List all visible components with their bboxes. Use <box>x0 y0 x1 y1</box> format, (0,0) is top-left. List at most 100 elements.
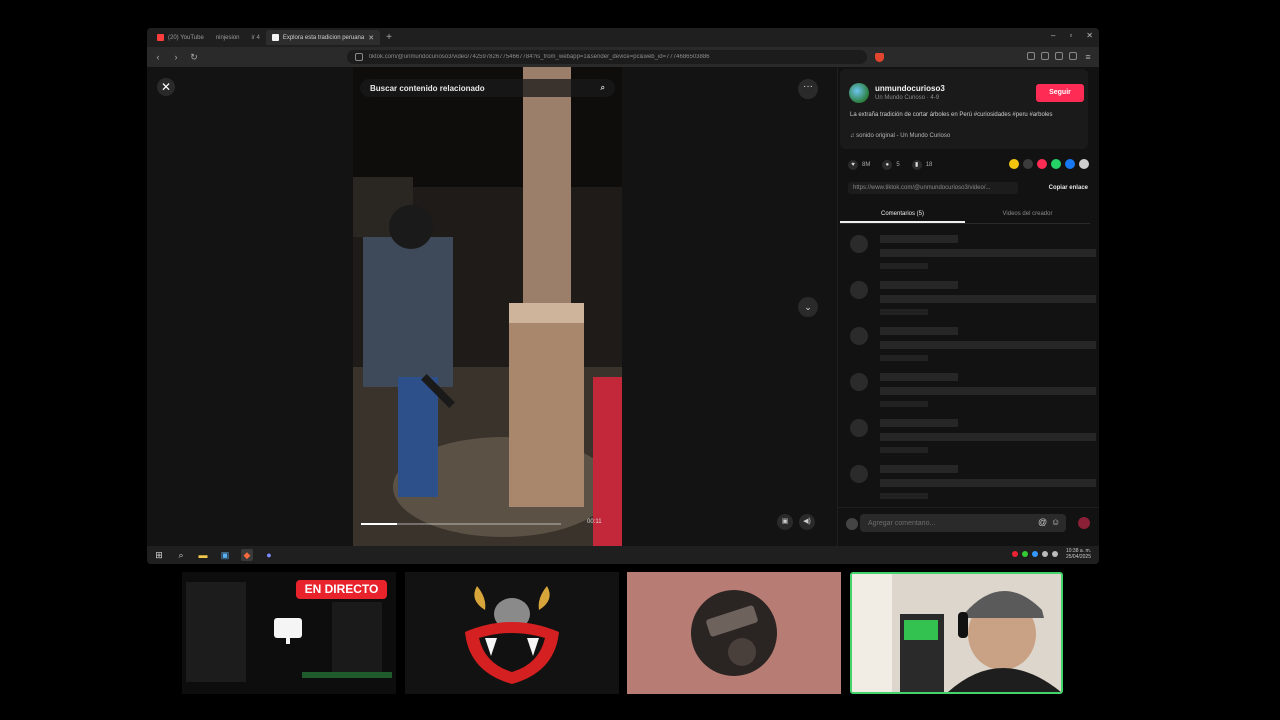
windows-start-icon[interactable]: ⊞ <box>153 549 165 561</box>
minimize-icon[interactable]: – <box>1051 31 1055 40</box>
side-panel: unmundocurioso3 Un Mundo Curioso · 4-9 S… <box>837 67 1099 546</box>
tab-creator-videos[interactable]: Videos del creador <box>965 204 1090 223</box>
skeleton-placeholder <box>880 263 928 269</box>
skeleton-placeholder <box>880 419 958 427</box>
post-comment-button[interactable] <box>1078 517 1090 529</box>
avatar[interactable] <box>849 83 869 103</box>
skeleton-placeholder <box>880 281 958 289</box>
video-progress-bar[interactable] <box>361 523 561 525</box>
store-icon[interactable]: ▣ <box>219 549 231 561</box>
more-share-icon[interactable] <box>1079 159 1089 169</box>
sidebar-icon[interactable] <box>1041 52 1049 60</box>
skeleton-placeholder <box>880 341 1096 349</box>
tray-app-icon[interactable] <box>1031 551 1038 557</box>
author-username[interactable]: unmundocurioso3 <box>875 84 945 93</box>
save-count: 18 <box>925 162 933 168</box>
link-row: https://www.tiktok.com/@unmundocurioso3/… <box>848 181 1088 195</box>
address-bar[interactable]: tiktok.com/@unmundocurioso3/video/742597… <box>347 50 867 64</box>
author-card: unmundocurioso3 Un Mundo Curioso · 4-9 S… <box>840 69 1088 149</box>
volume-tray-icon[interactable] <box>1051 551 1058 557</box>
file-explorer-icon[interactable]: ▬ <box>197 549 209 561</box>
comment-count: 5 <box>896 162 900 168</box>
related-search-label: Buscar contenido relacionado <box>370 83 485 93</box>
tray-app-icon[interactable] <box>1021 551 1028 557</box>
forward-icon[interactable]: › <box>171 52 181 62</box>
skeleton-placeholder <box>880 373 958 381</box>
browser-window: (20) YouTube ninjesion ir 4 Explora esta… <box>147 28 1099 564</box>
site-info-icon[interactable] <box>355 53 363 61</box>
comment-skeleton-row <box>850 465 1096 511</box>
brave-shield-icon[interactable] <box>875 52 884 62</box>
extension-icon[interactable] <box>1027 52 1035 60</box>
windows-taskbar: ⊞ ⌕ ▬ ▣ ◆ ● 10:38 a. m. 25/04/2025 <box>147 546 1099 564</box>
webcam-image <box>852 574 1061 692</box>
new-tab-button[interactable]: + <box>380 32 398 43</box>
tab-comments[interactable]: Comentarios (5) <box>840 204 965 223</box>
related-search-bar[interactable]: Buscar contenido relacionado ⌕ <box>360 79 615 97</box>
taskbar-clock[interactable]: 10:38 a. m. 25/04/2025 <box>1066 548 1091 560</box>
skeleton-placeholder <box>880 493 928 499</box>
app-icon[interactable]: ● <box>263 549 275 561</box>
live-badge: EN DIRECTO <box>296 580 387 599</box>
like-button[interactable]: ♥ 8M <box>848 160 870 170</box>
whatsapp-share-icon[interactable] <box>1051 159 1061 169</box>
address-url: tiktok.com/@unmundocurioso3/video/742597… <box>369 54 710 60</box>
maximize-icon[interactable]: ▫ <box>1069 31 1072 40</box>
tab-third[interactable]: ir 4 <box>246 30 266 45</box>
search-icon[interactable]: ⌕ <box>601 83 605 93</box>
brave-browser-icon[interactable]: ◆ <box>241 549 253 561</box>
tray-app-icon[interactable] <box>1011 551 1018 557</box>
comment-skeleton-row <box>850 281 1096 327</box>
close-window-icon[interactable]: ✕ <box>1086 31 1093 40</box>
comment-skeleton-row <box>850 419 1096 465</box>
comment-button[interactable]: ● 5 <box>882 160 900 170</box>
comment-input[interactable] <box>860 514 1066 532</box>
share-icons <box>1009 159 1089 169</box>
facebook-share-icon[interactable] <box>1065 159 1075 169</box>
downloads-icon[interactable] <box>1069 52 1077 60</box>
search-icon[interactable]: ⌕ <box>175 549 187 561</box>
tab-bar: (20) YouTube ninjesion ir 4 Explora esta… <box>147 28 1099 47</box>
heart-icon: ♥ <box>848 160 858 170</box>
follow-button[interactable]: Seguir <box>1036 84 1084 102</box>
close-video-button[interactable]: ✕ <box>157 78 175 96</box>
more-options-button[interactable]: ··· <box>798 79 818 99</box>
window-controls: – ▫ ✕ <box>1051 31 1093 40</box>
emoji-icon[interactable]: ☺ <box>1051 517 1060 527</box>
tiktok-page: ✕ Buscar contenido relacionado ⌕ 00:11 ·… <box>147 67 1099 546</box>
volume-icon[interactable]: ◀) <box>799 514 815 530</box>
wallet-icon[interactable] <box>1055 52 1063 60</box>
menu-icon[interactable]: ≡ <box>1083 52 1093 62</box>
tab-label: (20) YouTube <box>168 34 204 41</box>
embed-share-icon[interactable] <box>1009 159 1019 169</box>
tab-tiktok-active[interactable]: Explora esta tradicion peruana ✕ <box>265 30 381 45</box>
back-icon[interactable]: ‹ <box>153 52 163 62</box>
skeleton-placeholder <box>880 355 928 361</box>
video-frame <box>353 67 622 546</box>
link-share-icon[interactable] <box>1023 159 1033 169</box>
copy-link-button[interactable]: Copiar enlace <box>1049 185 1088 191</box>
save-button[interactable]: ▮ 18 <box>911 160 933 170</box>
next-video-button[interactable]: ⌄ <box>798 297 818 317</box>
oni-mask-tile <box>405 572 619 694</box>
tab-ninjesion[interactable]: ninjesion <box>210 30 246 45</box>
video-caption: La extraña tradición de cortar árboles e… <box>850 112 1053 118</box>
mention-icon[interactable]: @ <box>1038 517 1047 527</box>
author-subline: Un Mundo Curioso · 4-9 <box>875 95 940 101</box>
toolbar-extensions: ≡ <box>1027 52 1093 62</box>
picture-in-picture-icon[interactable]: ▣ <box>777 514 793 530</box>
sound-link[interactable]: ♫ sonido original - Un Mundo Curioso <box>850 133 950 139</box>
skeleton-placeholder <box>850 373 868 391</box>
tiktok-share-icon[interactable] <box>1037 159 1047 169</box>
circle-avatar-image <box>627 572 841 694</box>
user-avatar <box>846 518 858 530</box>
like-count: 8M <box>862 162 871 168</box>
tab-youtube[interactable]: (20) YouTube <box>151 30 210 45</box>
skeleton-placeholder <box>850 419 868 437</box>
video-player[interactable] <box>353 67 622 546</box>
wifi-icon[interactable] <box>1041 551 1048 557</box>
reload-icon[interactable]: ↻ <box>189 52 199 63</box>
comment-icon: ● <box>882 160 893 170</box>
clock-date: 25/04/2025 <box>1065 554 1091 560</box>
close-tab-icon[interactable]: ✕ <box>368 34 374 42</box>
